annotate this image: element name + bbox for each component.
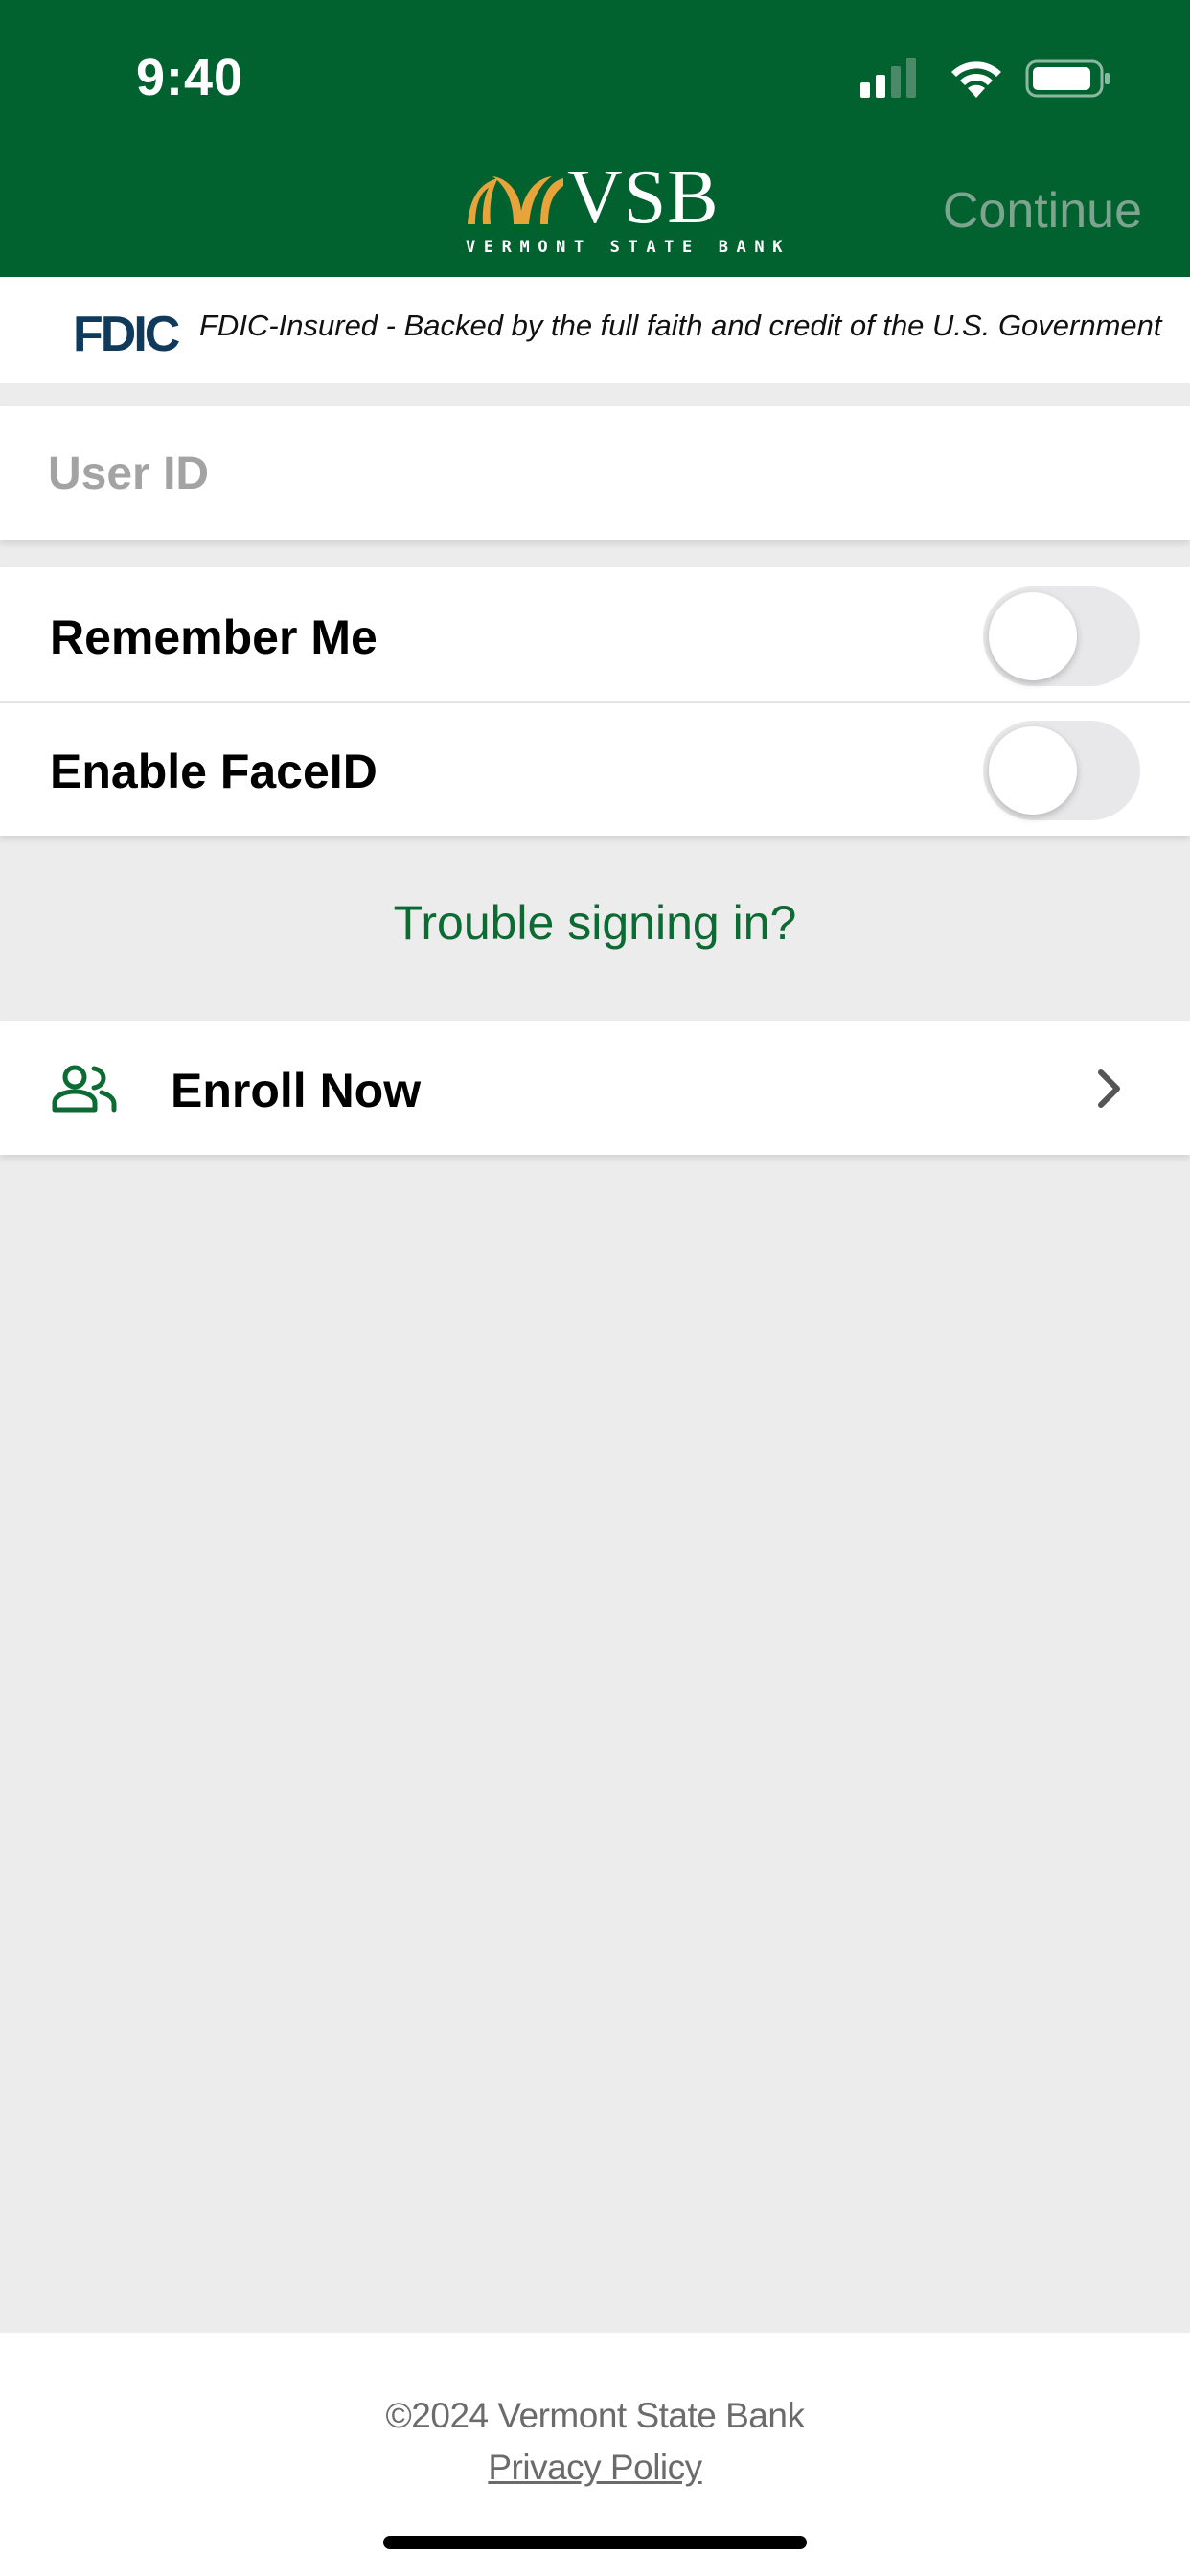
logo-subtitle: VERMONT STATE BANK	[466, 238, 791, 257]
trouble-signing-in-link[interactable]: Trouble signing in?	[0, 895, 1190, 951]
remember-me-label: Remember Me	[50, 610, 378, 664]
user-id-row	[0, 406, 1190, 540]
faceid-toggle[interactable]	[983, 721, 1140, 820]
enroll-now-row[interactable]: Enroll Now	[0, 1021, 1190, 1155]
logo-text: VSB	[567, 155, 720, 240]
fdic-banner: FDIC FDIC-Insured - Backed by the full f…	[0, 277, 1190, 383]
faceid-label: Enable FaceID	[50, 745, 378, 798]
home-indicator[interactable]	[383, 2536, 807, 2549]
remember-me-row: Remember Me	[0, 567, 1190, 703]
app-header: 9:40 VSB VERMONT STATE BANK Continue	[0, 0, 1190, 277]
enroll-now-label: Enroll Now	[171, 1064, 422, 1117]
chevron-right-icon	[1098, 1070, 1120, 1108]
fdic-logo: FDIC	[73, 307, 180, 362]
battery-icon	[1025, 59, 1110, 98]
logo-mark-icon	[468, 176, 563, 224]
privacy-policy-link[interactable]: Privacy Policy	[0, 2448, 1190, 2488]
login-settings: Remember Me Enable FaceID	[0, 567, 1190, 836]
people-icon	[52, 1065, 117, 1113]
toggle-knob	[989, 592, 1077, 680]
continue-button[interactable]: Continue	[943, 182, 1142, 240]
copyright-text: ©2024 Vermont State Bank	[385, 2396, 805, 2435]
toggle-knob	[989, 726, 1077, 815]
user-id-input[interactable]	[48, 406, 1150, 540]
vsb-logo: VSB VERMONT STATE BANK	[464, 155, 791, 264]
faceid-row: Enable FaceID	[0, 702, 1190, 836]
remember-me-toggle[interactable]	[983, 586, 1140, 686]
wifi-icon	[951, 61, 1001, 98]
fdic-text: FDIC-Insured - Backed by the full faith …	[199, 309, 1162, 342]
status-time: 9:40	[136, 49, 244, 106]
